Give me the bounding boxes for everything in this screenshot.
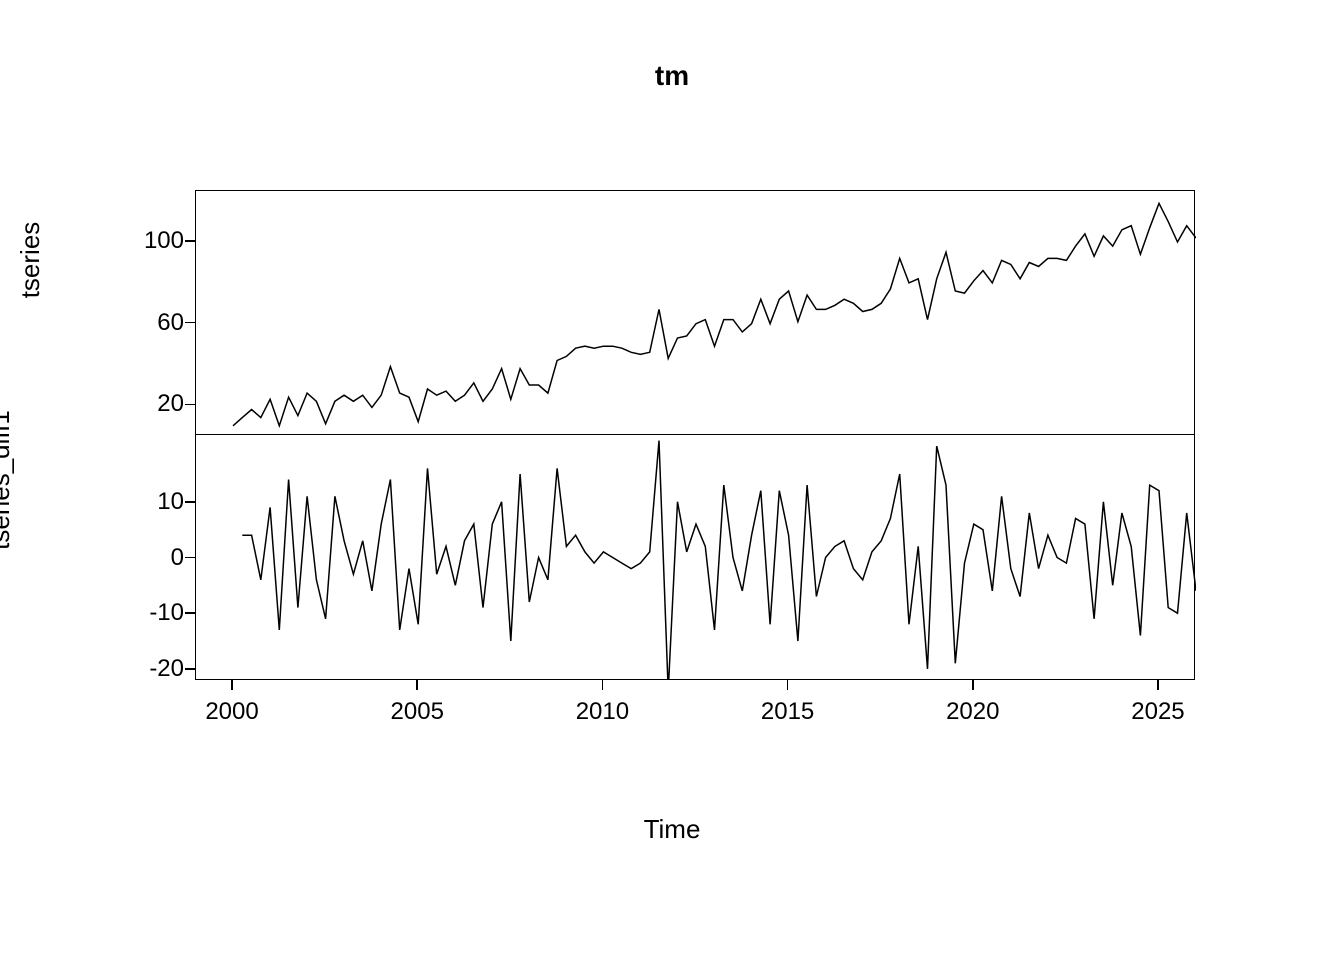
tseries-line (196, 191, 1196, 436)
y-axis-label-top: tseries (15, 160, 46, 360)
y-tick-label: 20 (124, 390, 184, 418)
y-tick-label: 10 (124, 488, 184, 516)
y-tick (185, 501, 195, 503)
y-tick-label: -10 (124, 599, 184, 627)
chart-container: { "chart_data": [ { "type": "line", "pan… (0, 0, 1344, 960)
x-axis-label: Time (0, 814, 1344, 845)
x-tick-label: 2010 (576, 698, 629, 726)
y-tick (185, 612, 195, 614)
x-tick-label: 2015 (761, 698, 814, 726)
tseries-diff1-panel (195, 435, 1195, 680)
chart-title: tm (0, 60, 1344, 92)
x-tick-label: 2000 (205, 698, 258, 726)
y-axis-label-bottom: tseries_diff1 (0, 350, 16, 610)
x-tick (787, 680, 789, 690)
tseries-panel (195, 190, 1195, 435)
x-tick-label: 2025 (1131, 698, 1184, 726)
x-tick-label: 2005 (391, 698, 444, 726)
y-tick (185, 240, 195, 242)
x-tick (416, 680, 418, 690)
y-tick (185, 404, 195, 406)
x-tick (1157, 680, 1159, 690)
y-tick-label: 100 (124, 227, 184, 255)
y-tick-label: -20 (124, 655, 184, 683)
x-tick (602, 680, 604, 690)
x-tick (231, 680, 233, 690)
y-tick-label: 0 (124, 544, 184, 572)
x-tick-label: 2020 (946, 698, 999, 726)
tseries-diff1-line (196, 435, 1196, 680)
y-tick (185, 668, 195, 670)
y-tick (185, 322, 195, 324)
y-tick-label: 60 (124, 309, 184, 337)
y-tick (185, 557, 195, 559)
x-tick (972, 680, 974, 690)
